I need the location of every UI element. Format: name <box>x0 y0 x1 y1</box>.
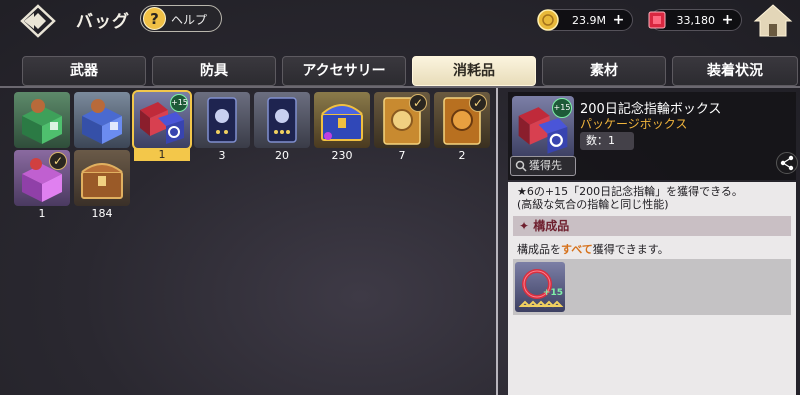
detail-body: ★6の+15「200日記念指輪」を獲得できる。 (高級な気合の指輪と同じ性能) … <box>508 182 796 395</box>
star-card-icon <box>254 92 310 148</box>
gold-currency: 23.9M + <box>537 9 633 31</box>
item-count: 20 <box>275 149 289 162</box>
purple-gift-box-icon: ✓ <box>14 150 70 206</box>
list-item[interactable]: +15 1 <box>132 90 192 164</box>
tab-consumables[interactable]: 消耗品 <box>412 56 536 86</box>
item-count: 1 <box>134 148 190 161</box>
list-item[interactable]: ✓ 7 <box>374 92 430 164</box>
add-gold-button[interactable]: + <box>611 13 626 28</box>
gem-currency: 33,180 + <box>648 9 742 31</box>
item-count: 1 <box>38 207 46 220</box>
components-header: ✦ 構成品 <box>513 216 791 236</box>
gold-value: 23.9M <box>572 14 606 27</box>
tab-accessories[interactable]: アクセサリー <box>282 56 406 86</box>
gem-value: 33,180 <box>676 14 716 27</box>
panel-divider <box>496 88 498 395</box>
description-line: (高級な気合の指輪と同じ性能) <box>517 198 669 211</box>
help-label: ヘルプ <box>171 13 208 27</box>
list-item[interactable]: 184 <box>74 150 130 222</box>
item-grid: 1 1 +15 1 3 20 230 ✓ <box>0 88 496 395</box>
back-arrow-icon <box>20 4 56 38</box>
tab-materials[interactable]: 素材 <box>542 56 666 86</box>
list-item[interactable]: ✓ 1 <box>14 150 70 222</box>
ring-box-plus15-icon: +15 <box>132 90 192 150</box>
highlight-text: すべて <box>561 243 593 256</box>
plus15-badge: +15 <box>542 288 563 298</box>
blue-gift-box-icon <box>74 92 130 148</box>
search-icon <box>515 160 527 172</box>
add-gem-button[interactable]: + <box>720 13 735 28</box>
tab-weapons[interactable]: 武器 <box>22 56 146 86</box>
treasure-chest-icon <box>314 92 370 148</box>
green-gift-box-icon <box>14 92 70 148</box>
plus15-badge: +15 <box>170 94 188 112</box>
list-item[interactable]: 3 <box>194 92 250 164</box>
tab-equip-status[interactable]: 装着状況 <box>672 56 798 86</box>
item-detail-panel: +15 200日記念指輪ボックス パッケージボックス 数：1 獲得先 ★6の+1… <box>508 92 800 395</box>
help-button[interactable]: ? ヘルプ <box>140 5 222 32</box>
ring-box-plus15-icon: +15 <box>512 96 574 158</box>
gold-card-icon: ✓ <box>434 92 490 148</box>
page-title: バッグ <box>76 12 130 32</box>
share-button[interactable] <box>776 152 798 174</box>
item-quantity: 数：1 <box>580 132 634 150</box>
description-line: ★6の+15「200日記念指輪」を獲得できる。 <box>517 185 743 198</box>
check-icon: ✓ <box>409 94 427 112</box>
components-list: +15 <box>513 259 791 315</box>
source-label: 獲得先 <box>529 159 562 172</box>
ring-component-icon[interactable]: +15 <box>515 262 565 312</box>
wooden-chest-icon <box>74 150 130 206</box>
star-card-icon <box>194 92 250 148</box>
list-item[interactable]: 20 <box>254 92 310 164</box>
gold-coin-icon <box>537 9 559 31</box>
home-icon <box>753 4 793 37</box>
question-icon: ? <box>143 7 166 30</box>
diamond-icon: ✦ <box>519 219 530 233</box>
back-button[interactable] <box>20 4 60 38</box>
detail-header: +15 200日記念指輪ボックス パッケージボックス 数：1 獲得先 <box>508 92 798 180</box>
share-icon <box>780 155 794 171</box>
item-count: 3 <box>218 149 226 162</box>
top-bar: バッグ ? ヘルプ 23.9M + 33,180 + <box>0 0 800 44</box>
list-item[interactable]: 230 <box>314 92 370 164</box>
item-description: ★6の+15「200日記念指輪」を獲得できる。 (高級な気合の指輪と同じ性能) <box>517 185 789 211</box>
item-type: パッケージボックス <box>580 117 688 131</box>
red-gem-icon <box>648 11 666 29</box>
item-count: 7 <box>398 149 406 162</box>
category-tabs: 武器 防具 アクセサリー 消耗品 素材 装着状況 <box>22 56 798 86</box>
gold-card-icon: ✓ <box>374 92 430 148</box>
acquisition-source-button[interactable]: 獲得先 <box>510 156 576 176</box>
components-note: 構成品をすべて獲得できます。 <box>517 243 669 256</box>
check-icon: ✓ <box>49 152 67 170</box>
item-count: 2 <box>458 149 466 162</box>
home-button[interactable] <box>752 2 794 40</box>
plus15-badge: +15 <box>552 98 572 118</box>
list-item[interactable]: ✓ 2 <box>434 92 490 164</box>
item-count: 230 <box>331 149 353 162</box>
tab-armor[interactable]: 防具 <box>152 56 276 86</box>
check-icon: ✓ <box>469 94 487 112</box>
item-count: 184 <box>91 207 113 220</box>
